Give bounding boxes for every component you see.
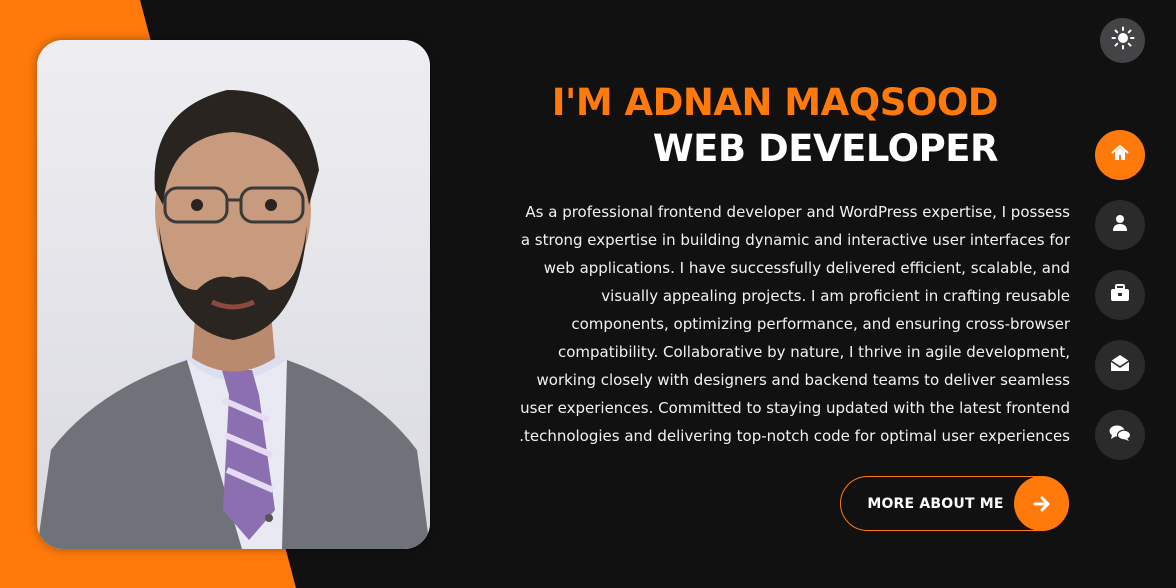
nav-item-home[interactable]: [1095, 130, 1145, 180]
user-icon: [1112, 214, 1128, 237]
briefcase-icon: [1110, 283, 1130, 307]
bio-paragraph: As a professional frontend developer and…: [500, 198, 1070, 450]
profile-photo: [37, 40, 430, 549]
bio-line: working closely with designers and backe…: [536, 371, 1071, 389]
hero-title: I'M ADNAN MAQSOOD WEB DEVELOPER: [551, 80, 999, 172]
arrow-right-icon: [1014, 476, 1069, 531]
bio-line: components, optimizing performance, and …: [571, 315, 1070, 333]
bio-line: web applications. I have successfully de…: [543, 259, 1070, 277]
bio-line: user experiences. Committed to staying u…: [520, 399, 1070, 417]
more-about-me-label: MORE ABOUT ME: [867, 495, 1004, 512]
home-icon: [1111, 144, 1129, 167]
bio-line: As a professional frontend developer and…: [525, 203, 1070, 221]
bio-line: visually appealing projects. I am profic…: [601, 287, 1070, 305]
hero-greeting: I'M ADNAN MAQSOOD: [551, 81, 999, 124]
more-about-me-button[interactable]: MORE ABOUT ME: [840, 476, 1069, 531]
theme-toggle-button[interactable]: [1100, 18, 1145, 63]
bio-line: compatibility. Collaborative by nature, …: [558, 343, 1070, 361]
hero-role: WEB DEVELOPER: [652, 127, 999, 170]
envelope-open-icon: [1110, 354, 1130, 377]
bio-line: a strong expertise in building dynamic a…: [520, 231, 1070, 249]
nav-item-portfolio[interactable]: [1095, 270, 1145, 320]
sun-icon: [1111, 26, 1135, 55]
bio-line: .technologies and delivering top-notch c…: [519, 427, 1070, 445]
nav-item-blog[interactable]: [1095, 410, 1145, 460]
nav-item-about[interactable]: [1095, 200, 1145, 250]
side-navigation: [1095, 130, 1145, 480]
nav-item-contact[interactable]: [1095, 340, 1145, 390]
comments-icon: [1109, 424, 1132, 447]
